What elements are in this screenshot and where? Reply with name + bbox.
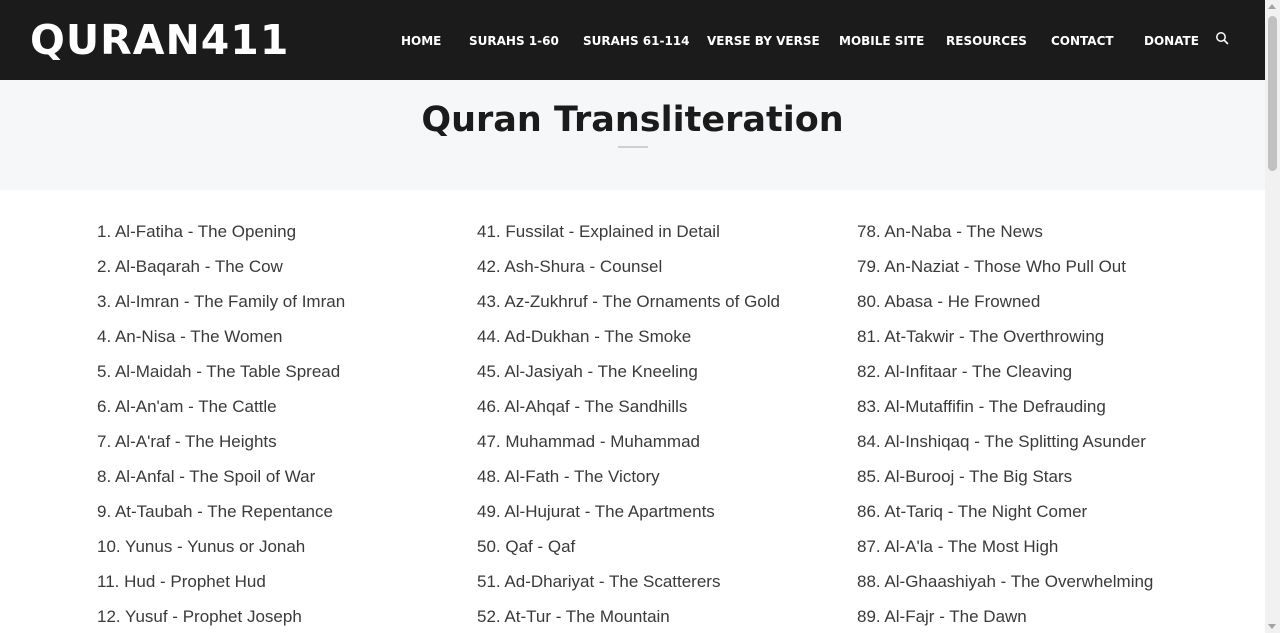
nav-mobile-site[interactable]: MOBILE SITE	[839, 33, 924, 49]
surah-column-3: 78. An-Naba - The News 79. An-Naziat - T…	[857, 220, 1153, 633]
nav-contact[interactable]: CONTACT	[1051, 33, 1114, 49]
surah-link[interactable]: 4. An-Nisa - The Women	[97, 325, 345, 360]
surah-link[interactable]: 12. Yusuf - Prophet Joseph	[97, 605, 345, 633]
surah-link[interactable]: 3. Al-Imran - The Family of Imran	[97, 290, 345, 325]
surah-link[interactable]: 11. Hud - Prophet Hud	[97, 570, 345, 605]
surah-link[interactable]: 1. Al-Fatiha - The Opening	[97, 220, 345, 255]
surah-link[interactable]: 85. Al-Burooj - The Big Stars	[857, 465, 1153, 500]
surah-link[interactable]: 51. Ad-Dhariyat - The Scatterers	[477, 570, 780, 605]
surah-link[interactable]: 78. An-Naba - The News	[857, 220, 1153, 255]
surah-link[interactable]: 6. Al-An'am - The Cattle	[97, 395, 345, 430]
surah-link[interactable]: 43. Az-Zukhruf - The Ornaments of Gold	[477, 290, 780, 325]
surah-link[interactable]: 46. Al-Ahqaf - The Sandhills	[477, 395, 780, 430]
surah-link[interactable]: 50. Qaf - Qaf	[477, 535, 780, 570]
surah-link[interactable]: 83. Al-Mutaffifin - The Defrauding	[857, 395, 1153, 430]
scroll-up-arrow-icon[interactable]	[1268, 4, 1276, 9]
nav-verse-by-verse[interactable]: VERSE BY VERSE	[707, 33, 820, 49]
nav-surahs-61-114[interactable]: SURAHS 61-114	[583, 33, 690, 49]
surah-column-1: 1. Al-Fatiha - The Opening 2. Al-Baqarah…	[97, 220, 345, 633]
surah-link[interactable]: 84. Al-Inshiqaq - The Splitting Asunder	[857, 430, 1153, 465]
surah-link[interactable]: 2. Al-Baqarah - The Cow	[97, 255, 345, 290]
surah-link[interactable]: 81. At-Takwir - The Overthrowing	[857, 325, 1153, 360]
nav-surahs-1-60[interactable]: SURAHS 1-60	[469, 33, 559, 49]
surah-link[interactable]: 47. Muhammad - Muhammad	[477, 430, 780, 465]
surah-link[interactable]: 87. Al-A'la - The Most High	[857, 535, 1153, 570]
surah-link[interactable]: 49. Al-Hujurat - The Apartments	[477, 500, 780, 535]
surah-link[interactable]: 7. Al-A'raf - The Heights	[97, 430, 345, 465]
surah-link[interactable]: 86. At-Tariq - The Night Comer	[857, 500, 1153, 535]
surah-link[interactable]: 48. Al-Fath - The Victory	[477, 465, 780, 500]
main-nav: HOME SURAHS 1-60 SURAHS 61-114 VERSE BY …	[0, 0, 1265, 80]
surah-link[interactable]: 88. Al-Ghaashiyah - The Overwhelming	[857, 570, 1153, 605]
nav-donate[interactable]: DONATE	[1144, 33, 1199, 49]
surah-link[interactable]: 42. Ash-Shura - Counsel	[477, 255, 780, 290]
surah-link[interactable]: 41. Fussilat - Explained in Detail	[477, 220, 780, 255]
surah-link[interactable]: 10. Yunus - Yunus or Jonah	[97, 535, 345, 570]
nav-home[interactable]: HOME	[401, 33, 441, 49]
scroll-down-arrow-icon[interactable]	[1268, 624, 1276, 629]
surah-link[interactable]: 45. Al-Jasiyah - The Kneeling	[477, 360, 780, 395]
surah-link[interactable]: 52. At-Tur - The Mountain	[477, 605, 780, 633]
surah-link[interactable]: 44. Ad-Dukhan - The Smoke	[477, 325, 780, 360]
surah-link[interactable]: 8. Al-Anfal - The Spoil of War	[97, 465, 345, 500]
nav-resources[interactable]: RESOURCES	[946, 33, 1027, 49]
surah-link[interactable]: 89. Al-Fajr - The Dawn	[857, 605, 1153, 633]
title-divider	[618, 146, 648, 148]
surah-link[interactable]: 79. An-Naziat - Those Who Pull Out	[857, 255, 1153, 290]
scroll-thumb[interactable]	[1268, 16, 1277, 171]
surah-column-2: 41. Fussilat - Explained in Detail 42. A…	[477, 220, 780, 633]
site-header: QURAN411 HOME SURAHS 1-60 SURAHS 61-114 …	[0, 0, 1265, 80]
page-scrollbar[interactable]	[1265, 0, 1280, 633]
surah-link[interactable]: 80. Abasa - He Frowned	[857, 290, 1153, 325]
surah-link[interactable]: 5. Al-Maidah - The Table Spread	[97, 360, 345, 395]
search-icon[interactable]	[1215, 31, 1229, 45]
surah-link[interactable]: 82. Al-Infitaar - The Cleaving	[857, 360, 1153, 395]
page-title: Quran Transliteration	[421, 100, 844, 140]
surah-link[interactable]: 9. At-Taubah - The Repentance	[97, 500, 345, 535]
